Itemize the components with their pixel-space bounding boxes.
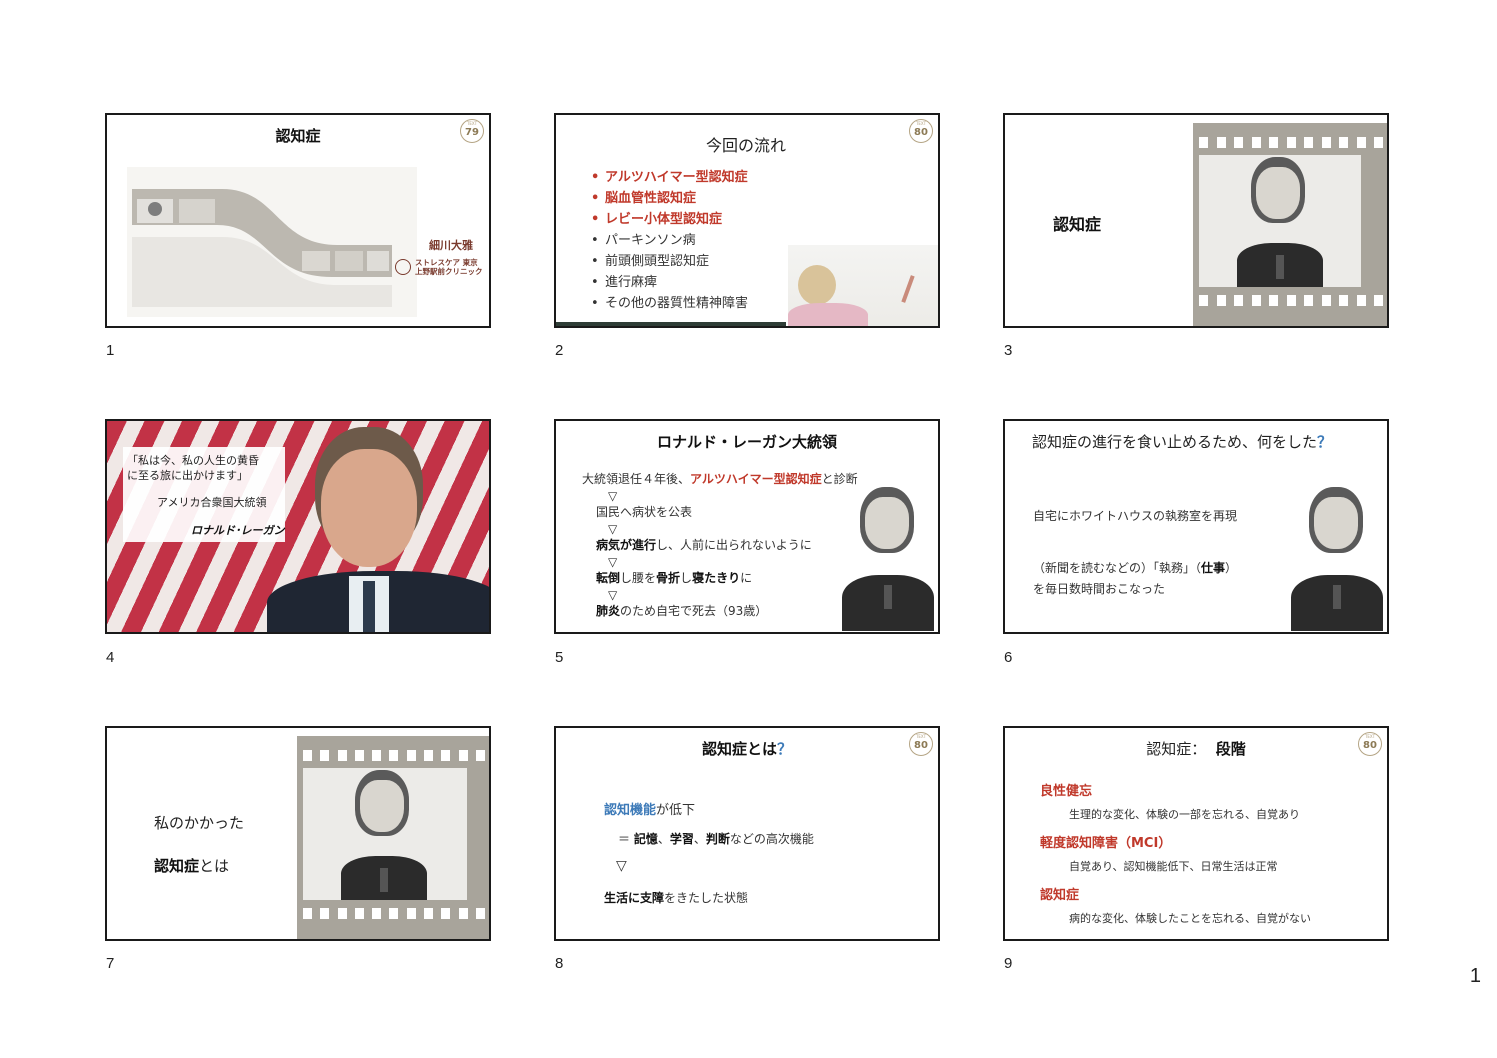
slide-number: 8 bbox=[555, 955, 564, 972]
text-badge: TEXT 79 bbox=[460, 119, 484, 143]
stage-description: 自覚あり、認知機能低下、日常生活は正常 bbox=[1069, 860, 1278, 873]
slide-3[interactable]: 認知症 bbox=[1003, 113, 1389, 328]
slide-number: 6 bbox=[1004, 649, 1013, 666]
quote-role: アメリカ合衆国大統領 bbox=[157, 496, 267, 509]
reagan-portrait bbox=[1287, 485, 1385, 631]
film-frame bbox=[297, 736, 489, 939]
slide-title: 今回の流れ bbox=[706, 136, 787, 155]
slide-9[interactable]: TEXT 80 認知症： 段階 良性健忘 生理的な変化、体験の一部を忘れる、自覚あ… bbox=[1003, 726, 1389, 941]
agenda-item: アルツハイマー型認知症 bbox=[589, 167, 748, 188]
agenda-item: レビー小体型認知症 bbox=[589, 209, 748, 230]
reagan-portrait bbox=[840, 485, 936, 631]
quote-box: 「私は今、私の人生の黄昏 に至る旅に出かけます」 アメリカ合衆国大統領 ロナルド… bbox=[123, 447, 285, 542]
slide-title: 認知症とは？ bbox=[701, 740, 793, 758]
slide-8[interactable]: TEXT 80 認知症とは？ 認知機能が低下 ＝ 記憶、学習、判断などの高次機能 … bbox=[554, 726, 940, 941]
author-name: 細川大雅 bbox=[429, 239, 473, 252]
slide-number: 4 bbox=[106, 649, 115, 666]
body-line: を毎日数時間おこなった bbox=[1033, 582, 1166, 596]
slide-title: ロナルド・レーガン大統領 bbox=[656, 433, 837, 451]
film-frame bbox=[1193, 123, 1387, 326]
body-line: 私のかかった bbox=[154, 814, 245, 832]
page-number: 1 bbox=[1469, 965, 1481, 987]
board-ledge bbox=[556, 322, 786, 326]
stage-heading: 認知症 bbox=[1040, 888, 1080, 903]
slide-number: 3 bbox=[1004, 342, 1013, 359]
agenda-item: パーキンソン病 bbox=[589, 230, 748, 251]
film-strip-image bbox=[127, 167, 417, 317]
body-line: 認知症とは bbox=[154, 857, 230, 875]
slide-6[interactable]: 認知症の進行を食い止めるため、何をした？ 自宅にホワイトハウスの執務室を再現 （… bbox=[1003, 419, 1389, 634]
stage-heading: 良性健忘 bbox=[1040, 784, 1093, 799]
slide-title: 認知症 bbox=[275, 127, 321, 145]
body-line: 自宅にホワイトハウスの執務室を再現 bbox=[1033, 509, 1238, 523]
stage-description: 生理的な変化、体験の一部を忘れる、自覚あり bbox=[1069, 808, 1300, 821]
slide-1[interactable]: 認知症 TEXT 79 細川大雅 ストレスケア 東京 上野駅前クリニック bbox=[105, 113, 491, 328]
clinic-logo-icon bbox=[395, 259, 411, 275]
body-line: ＝ 記憶、学習、判断などの高次機能 bbox=[618, 832, 814, 846]
reagan-portrait bbox=[303, 768, 467, 900]
agenda-item: 進行麻痺 bbox=[589, 272, 748, 293]
stage-description: 病的な変化、体験したことを忘れる、自覚がない bbox=[1069, 912, 1311, 925]
reagan-portrait bbox=[1199, 155, 1361, 287]
timeline: 大統領退任４年後、アルツハイマー型認知症と診断 ▽ 国民へ病状を公表 ▽ 病気が… bbox=[582, 472, 858, 618]
clinic-name: ストレスケア 東京 上野駅前クリニック bbox=[415, 258, 483, 276]
slide-4[interactable]: 「私は今、私の人生の黄昏 に至る旅に出かけます」 アメリカ合衆国大統領 ロナルド… bbox=[105, 419, 491, 634]
stage-heading: 軽度認知障害（MCI） bbox=[1040, 836, 1172, 851]
slide-number: 7 bbox=[106, 955, 115, 972]
slide-title: 認知症： 段階 bbox=[1146, 740, 1246, 758]
arrow: ▽ bbox=[616, 858, 627, 874]
quote-line: 「私は今、私の人生の黄昏 bbox=[127, 454, 259, 467]
quote-line: に至る旅に出かけます」 bbox=[127, 469, 248, 482]
slide-title: 認知症の進行を食い止めるため、何をした？ bbox=[1032, 433, 1333, 451]
agenda-item: 脳血管性認知症 bbox=[589, 188, 748, 209]
reagan-photo bbox=[267, 421, 489, 632]
slide-number: 1 bbox=[106, 342, 115, 359]
slide-2[interactable]: TEXT80 今回の流れ アルツハイマー型認知症脳血管性認知症レビー小体型認知症… bbox=[554, 113, 940, 328]
child-photo bbox=[788, 245, 938, 326]
agenda-list: アルツハイマー型認知症脳血管性認知症レビー小体型認知症パーキンソン病前頭側頭型認… bbox=[589, 167, 748, 314]
slide-title: 認知症 bbox=[1053, 215, 1102, 234]
slide-5[interactable]: ロナルド・レーガン大統領 大統領退任４年後、アルツハイマー型認知症と診断 ▽ 国… bbox=[554, 419, 940, 634]
slide-number: 9 bbox=[1004, 955, 1013, 972]
agenda-item: その他の器質性精神障害 bbox=[589, 293, 748, 314]
quote-author: ロナルド･レーガン bbox=[191, 524, 285, 537]
slide-7[interactable]: 私のかかった 認知症とは bbox=[105, 726, 491, 941]
text-badge: TEXT 80 bbox=[909, 119, 933, 143]
body-line: 生活に支障をきたした状態 bbox=[604, 891, 749, 905]
agenda-item: 前頭側頭型認知症 bbox=[589, 251, 748, 272]
body-line: 認知機能が低下 bbox=[604, 803, 696, 818]
body-line: （新聞を読むなどの）「執務」（仕事） bbox=[1033, 561, 1238, 575]
slide-number: 5 bbox=[555, 649, 564, 666]
slide-number: 2 bbox=[555, 342, 564, 359]
